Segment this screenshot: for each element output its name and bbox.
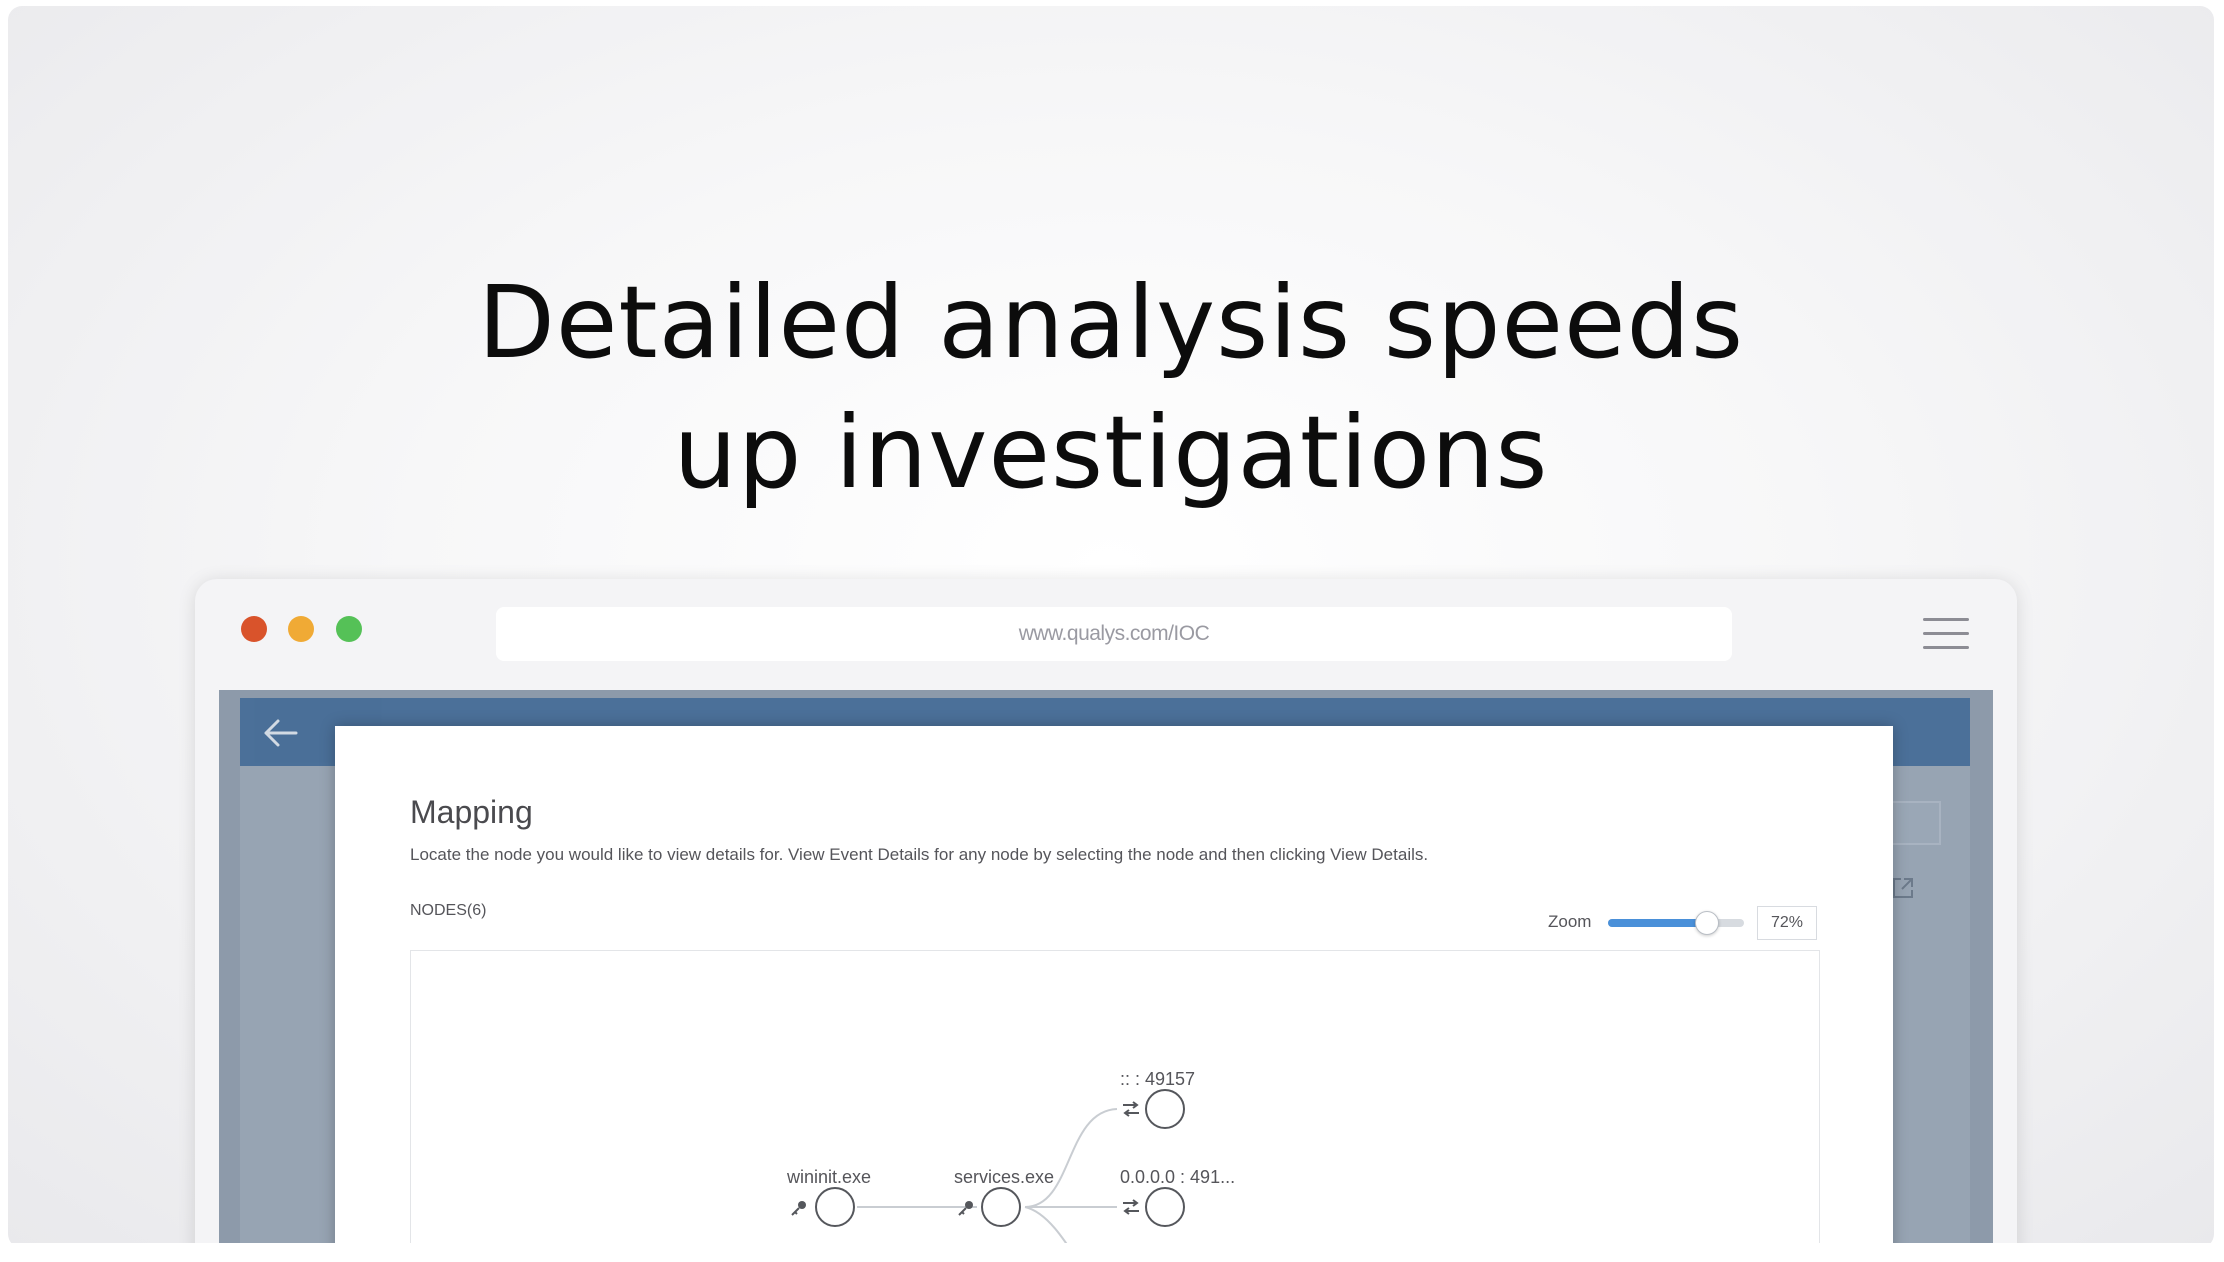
close-window-button[interactable] [241, 616, 267, 642]
page-bottom-edge [0, 1243, 2224, 1262]
address-bar[interactable]: www.qualys.com/IOC [496, 607, 1732, 661]
node-ip2[interactable] [1145, 1187, 1185, 1227]
node-label-ip2: 0.0.0.0 : 491... [1120, 1167, 1236, 1187]
zoom-value-field[interactable]: 72% [1757, 906, 1817, 940]
modal-title: Mapping [410, 794, 533, 830]
node-wininit[interactable] [815, 1187, 855, 1227]
headline-line-1: Detailed analysis speeds [477, 264, 1745, 381]
zoom-label: Zoom [1548, 912, 1592, 931]
key-icon [791, 1201, 806, 1216]
zoom-slider-handle[interactable] [1694, 911, 1719, 935]
minimize-window-button[interactable] [288, 616, 314, 642]
nodes-count-label: NODES(6) [410, 902, 487, 919]
edge-services-ip1 [1024, 1108, 1118, 1208]
headline: Detailed analysis speeds up investigatio… [8, 258, 2214, 518]
modal-description: Locate the node you would like to view d… [410, 845, 1429, 864]
zoom-slider-fill [1608, 919, 1706, 927]
network-arrows-icon [1123, 1101, 1139, 1117]
back-arrow-icon[interactable] [260, 716, 300, 750]
maximize-window-button[interactable] [336, 616, 362, 642]
zoom-slider[interactable] [1608, 911, 1744, 935]
node-label-ip1: :: : 49157 [1120, 1069, 1196, 1089]
node-services[interactable] [981, 1187, 1021, 1227]
mapping-modal: Mapping Locate the node you would like t… [335, 726, 1893, 1262]
node-label-wininit: wininit.exe [787, 1167, 872, 1187]
node-label-services: services.exe [954, 1167, 1055, 1187]
node-ip1[interactable] [1145, 1089, 1185, 1129]
external-link-icon [1893, 878, 1913, 898]
node-graph [791, 1089, 1185, 1262]
hamburger-menu-icon[interactable] [1923, 616, 1969, 650]
headline-line-2: up investigations [673, 394, 1549, 511]
node-map-canvas[interactable]: wininit.exe services.exe :: : 49157 0.0.… [410, 950, 1820, 1262]
network-arrows-icon [1123, 1199, 1139, 1215]
